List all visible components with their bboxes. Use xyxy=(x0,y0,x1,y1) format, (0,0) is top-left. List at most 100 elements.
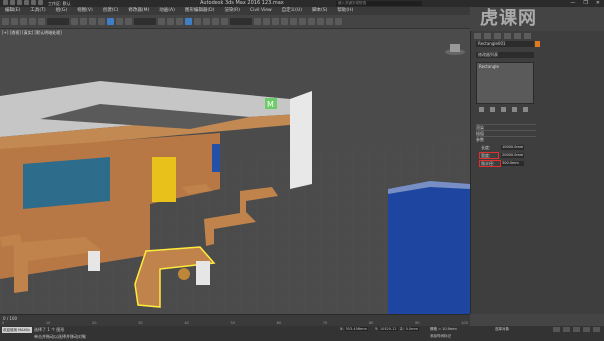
menu-create[interactable]: 创建(C) xyxy=(98,7,124,15)
corner-radius-input[interactable]: 300.0mm xyxy=(501,161,524,166)
new-icon[interactable] xyxy=(10,0,15,5)
timeline[interactable]: 0 / 100 0 10 20 30 40 50 60 70 80 90 100 xyxy=(0,314,470,326)
modify-tab-icon[interactable] xyxy=(484,33,491,39)
remove-modifier-icon[interactable] xyxy=(512,107,517,112)
edit-named-selection-icon[interactable] xyxy=(221,18,228,25)
keyboard-shortcut-icon[interactable] xyxy=(176,18,183,25)
curve-editor-icon[interactable] xyxy=(290,18,297,25)
blue-panel xyxy=(212,144,220,172)
undo-icon[interactable] xyxy=(31,0,36,5)
search-input[interactable]: 键入关键字或短语 xyxy=(336,1,422,6)
link-icon[interactable] xyxy=(20,18,27,25)
selection-filter-dropdown[interactable] xyxy=(47,18,69,25)
select-manipulate-icon[interactable] xyxy=(167,18,174,25)
snaps-toggle-icon[interactable] xyxy=(185,18,192,25)
playback-controls xyxy=(553,327,600,332)
menu-help[interactable]: 帮助(H) xyxy=(332,7,358,15)
rendered-frame-icon[interactable] xyxy=(326,18,333,25)
rollout-parameters[interactable]: 参数 xyxy=(476,136,536,142)
spinner-snap-icon[interactable] xyxy=(212,18,219,25)
play-icon[interactable] xyxy=(573,327,580,332)
save-icon[interactable] xyxy=(24,0,29,5)
next-frame-icon[interactable] xyxy=(583,327,590,332)
z-value[interactable]: 0.0mm xyxy=(404,327,419,331)
named-selection-dropdown[interactable] xyxy=(230,18,252,25)
close-button[interactable]: ✕ xyxy=(596,0,600,7)
y-coordinate[interactable]: Y: 10520.12 xyxy=(375,327,398,331)
reference-coordinate-dropdown[interactable] xyxy=(134,18,156,25)
align-icon[interactable] xyxy=(263,18,270,25)
select-rotate-icon[interactable] xyxy=(116,18,123,25)
display-tab-icon[interactable] xyxy=(514,33,521,39)
length-input[interactable]: 10000.0mm xyxy=(501,145,524,150)
viewport-label[interactable]: [+] [透视] [真实] [默认明暗处理] xyxy=(2,30,62,36)
bind-space-warp-icon[interactable] xyxy=(38,18,45,25)
modifier-list-dropdown[interactable]: 修改器列表 xyxy=(476,52,534,58)
unlink-icon[interactable] xyxy=(29,18,36,25)
perspective-viewport[interactable]: M [+] [透视] [真实] [默认明暗处理] xyxy=(0,29,470,314)
render-setup-icon[interactable] xyxy=(317,18,324,25)
menu-views[interactable]: 视图(V) xyxy=(72,7,98,15)
configure-sets-icon[interactable] xyxy=(523,107,528,112)
angle-snap-icon[interactable] xyxy=(194,18,201,25)
menu-customize[interactable]: 自定义(U) xyxy=(277,7,307,15)
y-value[interactable]: 10520.12 xyxy=(378,327,398,331)
restore-button[interactable]: ❐ xyxy=(583,0,587,7)
width-input[interactable]: 20000.0mm xyxy=(501,153,524,158)
stack-item-rectangle[interactable]: Rectangle xyxy=(479,64,499,69)
undo-tool-icon[interactable] xyxy=(2,18,9,25)
layer-manager-icon[interactable] xyxy=(272,18,279,25)
menu-group[interactable]: 组(G) xyxy=(51,7,73,15)
goto-start-icon[interactable] xyxy=(553,327,560,332)
main-toolbar xyxy=(0,15,470,29)
show-end-result-icon[interactable] xyxy=(490,107,495,112)
mirror-icon[interactable] xyxy=(254,18,261,25)
menu-civil-view[interactable]: Civil View xyxy=(245,7,277,15)
goto-end-icon[interactable] xyxy=(593,327,600,332)
motion-tab-icon[interactable] xyxy=(504,33,511,39)
selection-set-dropdown[interactable]: 选择对象 xyxy=(495,327,509,332)
z-coordinate[interactable]: Z: 0.0mm xyxy=(400,327,419,331)
menu-graph-editors[interactable]: 图形编辑器(D) xyxy=(180,7,219,15)
workspace-dropdown[interactable]: 工作区: 默认 xyxy=(48,0,71,7)
app-icon[interactable] xyxy=(3,0,8,5)
selection-region-icon[interactable] xyxy=(89,18,96,25)
select-scale-icon[interactable] xyxy=(125,18,132,25)
menu-scripting[interactable]: 脚本(S) xyxy=(307,7,332,15)
hierarchy-tab-icon[interactable] xyxy=(494,33,501,39)
rollout-rendering[interactable]: 渲染 xyxy=(476,124,536,130)
pin-stack-icon[interactable] xyxy=(479,107,484,112)
object-name-field[interactable]: Rectangle001 xyxy=(476,41,534,47)
open-icon[interactable] xyxy=(17,0,22,5)
maxscript-listener[interactable]: 欢迎使用 MAXSc xyxy=(2,327,32,333)
create-tab-icon[interactable] xyxy=(474,33,481,39)
window-crossing-icon[interactable] xyxy=(98,18,105,25)
menu-edit[interactable]: 编辑(E) xyxy=(0,7,25,15)
render-icon[interactable] xyxy=(335,18,342,25)
minimize-button[interactable]: — xyxy=(570,0,575,7)
select-move-icon[interactable] xyxy=(107,18,114,25)
redo-icon[interactable] xyxy=(38,0,43,5)
utilities-tab-icon[interactable] xyxy=(524,33,531,39)
menu-tools[interactable]: 工具(T) xyxy=(25,7,50,15)
select-object-icon[interactable] xyxy=(71,18,78,25)
material-editor-icon[interactable] xyxy=(308,18,315,25)
x-value[interactable]: 553.456mm xyxy=(344,327,368,331)
previous-frame-icon[interactable] xyxy=(563,327,570,332)
menu-modifiers[interactable]: 修改器(M) xyxy=(123,7,154,15)
modifier-stack[interactable]: Rectangle xyxy=(476,62,534,104)
percent-snap-icon[interactable] xyxy=(203,18,210,25)
schematic-view-icon[interactable] xyxy=(299,18,306,25)
menu-rendering[interactable]: 渲染(R) xyxy=(219,7,245,15)
object-color-swatch[interactable] xyxy=(535,41,540,47)
blue-column xyxy=(388,181,470,314)
pivot-center-icon[interactable] xyxy=(158,18,165,25)
x-coordinate[interactable]: X: 553.456mm xyxy=(340,327,368,331)
menu-animation[interactable]: 动画(A) xyxy=(154,7,180,15)
make-unique-icon[interactable] xyxy=(501,107,506,112)
redo-tool-icon[interactable] xyxy=(11,18,18,25)
rollout-interpolation[interactable]: 插值 xyxy=(476,130,536,136)
add-time-tag[interactable]: 添加时间标记 xyxy=(430,334,451,339)
graphite-toolbar-icon[interactable] xyxy=(281,18,288,25)
select-by-name-icon[interactable] xyxy=(80,18,87,25)
